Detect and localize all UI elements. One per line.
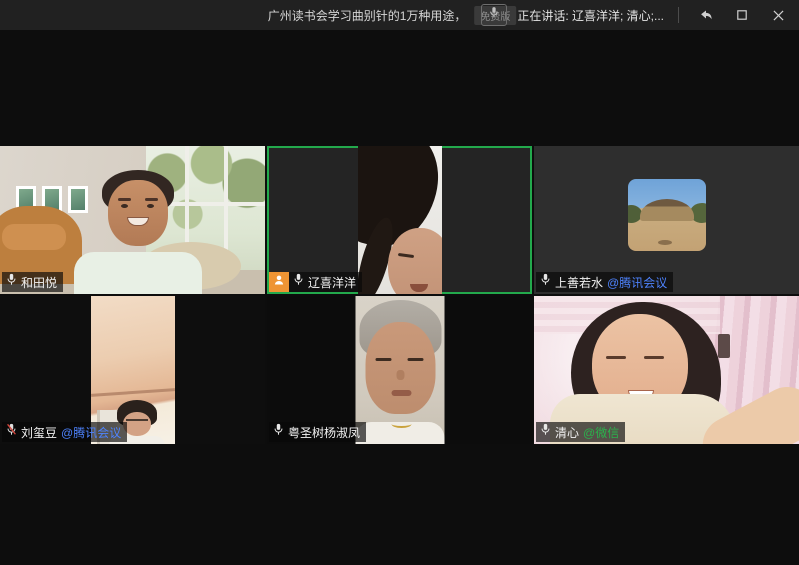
- participant-face: [365, 322, 435, 414]
- avatar-building: [640, 199, 694, 221]
- participant-face: [108, 180, 168, 246]
- participant-name: 粤圣树杨淑凤: [288, 424, 360, 441]
- mic-icon: [273, 423, 284, 441]
- mic-icon: [6, 273, 17, 291]
- name-label: 清心 @微信: [536, 422, 625, 442]
- armchair-cushion: [2, 224, 66, 250]
- participant-necklace: [391, 420, 411, 428]
- avatar: [628, 179, 706, 251]
- meeting-title: 广州读书会学习曲别针的1万种用途，: [268, 7, 467, 24]
- speaking-indicator: 正在讲话: 辽喜洋洋; 清心;...: [517, 7, 664, 24]
- participant-name: 刘玺豆: [21, 424, 57, 441]
- float-arrow-icon: [699, 9, 713, 21]
- video-grid: 和田悦: [0, 146, 799, 444]
- participant-glasses: [126, 419, 148, 424]
- participant-platform: @腾讯会议: [607, 274, 667, 291]
- participant-eye: [644, 356, 664, 359]
- video-tile-5[interactable]: 粤圣树杨淑凤: [267, 296, 532, 444]
- portrait-video-strip: [355, 296, 444, 444]
- participant-name: 辽喜洋洋: [308, 274, 356, 291]
- mic-muted-icon: [6, 423, 17, 441]
- participant-nose: [396, 370, 404, 380]
- name-label: 和田悦: [2, 272, 63, 292]
- participant-platform: @腾讯会议: [61, 424, 121, 441]
- ceiling-beam: [91, 388, 175, 397]
- host-person-icon: [273, 273, 285, 291]
- maximize-icon: [737, 10, 747, 20]
- participant-eye: [407, 358, 423, 361]
- video-tile-3[interactable]: 上善若水 @腾讯会议: [534, 146, 799, 294]
- participant-eyebrow: [118, 198, 131, 201]
- speaking-mic-button[interactable]: [481, 4, 507, 26]
- name-label: 辽喜洋洋: [269, 272, 362, 292]
- portrait-video-strip: [358, 146, 442, 294]
- mic-icon: [540, 423, 551, 441]
- video-stage: 和田悦: [0, 30, 799, 565]
- participant-eye: [147, 204, 154, 208]
- participant-mouth: [391, 390, 411, 396]
- name-label: 粤圣树杨淑凤: [269, 422, 366, 442]
- participant-name: 清心: [555, 424, 579, 441]
- participant-name: 上善若水: [555, 274, 603, 291]
- titlebar: 广州读书会学习曲别针的1万种用途， 免费版 正在讲话: 辽喜洋洋; 清心;...: [0, 0, 799, 30]
- background-object: [718, 334, 730, 358]
- video-tile-4[interactable]: 刘玺豆 @腾讯会议: [0, 296, 265, 444]
- participant-eye: [606, 356, 626, 359]
- name-label: 上善若水 @腾讯会议: [536, 272, 673, 292]
- close-icon: [773, 10, 784, 21]
- wall-art-frame: [68, 186, 88, 213]
- participant-eyebrow: [145, 198, 158, 201]
- host-badge: [269, 272, 289, 292]
- title-group: 广州读书会学习曲别针的1万种用途， 免费版: [268, 0, 517, 30]
- avatar-ground: [658, 240, 672, 245]
- mic-icon: [293, 273, 304, 291]
- name-label: 刘玺豆 @腾讯会议: [2, 422, 127, 442]
- minimize-to-float-button[interactable]: [693, 2, 719, 28]
- participant-name: 和田悦: [21, 274, 57, 291]
- titlebar-divider: [678, 7, 679, 23]
- meeting-window: 广州读书会学习曲别针的1万种用途， 免费版 正在讲话: 辽喜洋洋; 清心;...: [0, 0, 799, 565]
- participant-eye: [375, 358, 391, 361]
- titlebar-right: 正在讲话: 辽喜洋洋; 清心;...: [481, 0, 791, 30]
- participant-eye: [121, 204, 128, 208]
- video-tile-1[interactable]: 和田悦: [0, 146, 265, 294]
- mic-icon: [540, 273, 551, 291]
- video-tile-2[interactable]: 辽喜洋洋: [267, 146, 532, 294]
- maximize-button[interactable]: [729, 2, 755, 28]
- microphone-icon: [489, 6, 499, 24]
- close-button[interactable]: [765, 2, 791, 28]
- participant-platform: @微信: [583, 424, 619, 441]
- participant-shirt: [74, 252, 202, 294]
- video-tile-6[interactable]: 清心 @微信: [534, 296, 799, 444]
